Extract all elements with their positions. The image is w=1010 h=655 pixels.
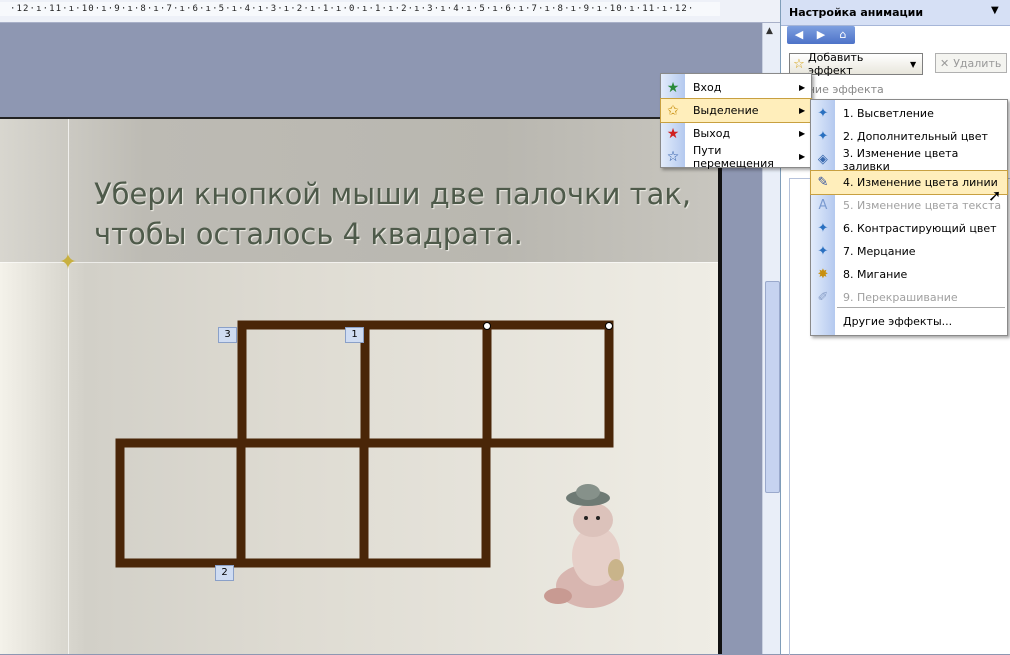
entrance-icon: ★ [666, 79, 680, 96]
effect-flicker[interactable]: ✦ 7. Мерцание [811, 240, 1007, 263]
dropdown-arrow-icon: ▼ [910, 59, 917, 69]
effect-label: 2. Дополнительный цвет [843, 130, 988, 143]
add-effect-button[interactable]: ☆ Добавить эффект ▼ [789, 51, 923, 77]
pane-header: Настройка анимации ▼ [781, 0, 1010, 26]
delete-icon: ✕ [940, 56, 950, 70]
effect-complementary-color[interactable]: ✦ 2. Дополнительный цвет [811, 125, 1007, 148]
animation-tag-3[interactable]: 3 [218, 327, 237, 343]
emphasis-icon: ✩ [667, 102, 679, 119]
effect-contrasting-color[interactable]: ✦ 6. Контрастирующий цвет [811, 217, 1007, 240]
sparkle-star-icon: ✦ [817, 106, 829, 121]
menu-separator [837, 307, 1005, 308]
effect-label: 6. Контрастирующий цвет [843, 222, 997, 235]
effect-change-font-color: A 5. Изменение цвета текста [811, 194, 1007, 217]
pane-menu-icon[interactable]: ▼ [991, 5, 999, 16]
menu-item-entrance[interactable]: ★ Вход ▶ [661, 76, 811, 99]
back-icon[interactable]: ◀ [789, 27, 809, 43]
effect-blink[interactable]: ✸ 8. Мигание [811, 263, 1007, 286]
pen-icon: ✎ [817, 175, 829, 190]
font-color-icon: A [818, 198, 828, 213]
effect-brighten[interactable]: ✦ 1. Высветление [811, 102, 1007, 125]
effect-label: 5. Изменение цвета текста [843, 199, 1002, 212]
menu-item-label: Выход [693, 127, 731, 140]
motion-path-icon: ☆ [666, 148, 680, 165]
scroll-thumb[interactable] [765, 281, 780, 493]
star-burst-icon: ✸ [817, 267, 829, 282]
menu-item-label: Выделение [693, 104, 759, 117]
add-effect-menu: ★ Вход ▶ ✩ Выделение ▶ ★ Выход ▶ ☆ Пути … [660, 73, 812, 170]
effect-change-fill-color[interactable]: ◈ 3. Изменение цвета заливки [811, 146, 1007, 173]
delete-button[interactable]: ✕ Удалить [935, 53, 1007, 73]
add-effect-label: Добавить эффект [808, 51, 864, 77]
menu-item-label: Вход [693, 81, 722, 94]
sparkle-star-icon: ✦ [817, 129, 829, 144]
more-effects-label: Другие эффекты... [843, 315, 953, 328]
brush-icon: ✐ [817, 290, 829, 305]
menu-item-motion-paths[interactable]: ☆ Пути перемещения ▶ [661, 143, 811, 170]
effect-label: 9. Перекрашивание [843, 291, 958, 304]
submenu-arrow-icon: ▶ [799, 83, 806, 92]
effect-label: 7. Мерцание [843, 245, 916, 258]
selection-handle[interactable] [605, 322, 613, 330]
effect-label: 1. Высветление [843, 107, 934, 120]
scroll-up-icon[interactable]: ▲ [766, 26, 773, 36]
effect-label: 3. Изменение цвета заливки [842, 146, 959, 173]
sparkle-star-icon: ✦ [817, 244, 829, 259]
effect-label: 4. Изменение цвета линии [843, 176, 998, 189]
menu-item-label: Пути перемещения [693, 143, 774, 170]
selection-handle[interactable] [483, 322, 491, 330]
home-icon[interactable]: ⌂ [833, 27, 853, 43]
menu-item-emphasis[interactable]: ✩ Выделение ▶ [660, 98, 812, 123]
star-icon: ☆ [793, 56, 805, 72]
pane-title: Настройка анимации [789, 6, 924, 19]
effect-label: 8. Мигание [843, 268, 908, 281]
cat-with-hat-image[interactable] [538, 478, 638, 610]
pane-nav-bar: ◀ ▶ ⌂ [787, 26, 855, 44]
mouse-pointer-icon: ➚ [988, 186, 1002, 205]
delete-label: Удалить [953, 56, 1002, 70]
exit-icon: ★ [666, 125, 680, 142]
effect-recolor: ✐ 9. Перекрашивание [811, 286, 1007, 309]
more-effects-item[interactable]: Другие эффекты... [811, 310, 1007, 333]
emphasis-submenu: ✦ 1. Высветление ✦ 2. Дополнительный цве… [810, 99, 1008, 336]
effect-change-line-color[interactable]: ✎ 4. Изменение цвета линии [810, 170, 1008, 195]
menu-item-exit[interactable]: ★ Выход ▶ [661, 122, 811, 145]
forward-icon[interactable]: ▶ [811, 27, 831, 43]
matchstick-grid [115, 320, 614, 568]
animation-tag-1[interactable]: 1 [345, 327, 364, 343]
paint-bucket-icon: ◈ [817, 152, 828, 167]
sparkle-star-icon: ✦ [817, 221, 829, 236]
animation-tag-2[interactable]: 2 [215, 565, 234, 581]
